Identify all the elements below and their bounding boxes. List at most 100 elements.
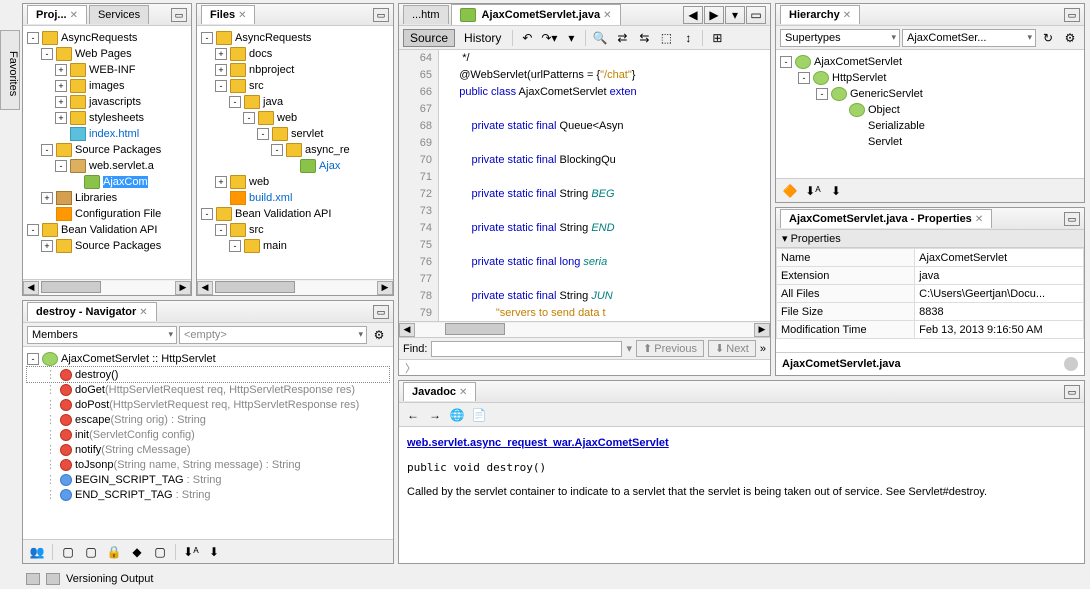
tb-icon-2[interactable]: ↷▾: [539, 29, 559, 47]
nav-item[interactable]: ⋮notify(String cMessage): [27, 442, 389, 457]
property-value[interactable]: java: [915, 267, 1084, 285]
options-icon[interactable]: ⚙: [1060, 29, 1080, 47]
tab-html[interactable]: ...htm: [403, 5, 449, 24]
expander-icon[interactable]: -: [798, 72, 810, 84]
scope-combo[interactable]: AjaxCometSer...: [902, 29, 1036, 47]
tb-icon-9[interactable]: ⊞: [707, 29, 727, 47]
tree-item[interactable]: -AjaxCometServlet: [780, 54, 1080, 70]
scrollbar[interactable]: ◀▶: [23, 279, 191, 295]
tree-item[interactable]: index.html: [27, 126, 187, 142]
tree-item[interactable]: +Source Packages: [27, 238, 187, 254]
tb-icon-7[interactable]: ⬚: [656, 29, 676, 47]
status-icon-1[interactable]: [26, 573, 40, 585]
sort2-icon[interactable]: ⬇: [204, 543, 224, 561]
expander-icon[interactable]: -: [271, 144, 283, 156]
show-inherited-icon[interactable]: 👥: [27, 543, 47, 561]
tree-item[interactable]: Configuration File: [27, 206, 187, 222]
nav-item[interactable]: ⋮doPost(HttpServletRequest req, HttpServ…: [27, 397, 389, 412]
nav-item[interactable]: -AjaxCometServlet :: HttpServlet: [27, 351, 389, 367]
tree-item[interactable]: -AsyncRequests: [27, 30, 187, 46]
tree-item[interactable]: -Web Pages: [27, 46, 187, 62]
favorites-sidebar-tab[interactable]: Favorites: [0, 30, 20, 110]
scrollbar[interactable]: ◀▶: [197, 279, 393, 295]
hierarchy-tree[interactable]: -AjaxCometServlet-HttpServlet-GenericSer…: [776, 50, 1084, 178]
close-icon[interactable]: ✕: [70, 10, 78, 21]
hier-btn3-icon[interactable]: ⬇: [826, 182, 846, 200]
find-next-button[interactable]: ⬇ Next: [708, 340, 756, 357]
tb-icon-6[interactable]: ⇆: [634, 29, 654, 47]
nav-item[interactable]: ⋮init(ServletConfig config): [27, 427, 389, 442]
tab-navigator[interactable]: destroy - Navigator✕: [27, 302, 157, 321]
tree-item[interactable]: Servlet: [780, 134, 1080, 150]
property-row[interactable]: Modification TimeFeb 13, 2013 9:16:50 AM: [777, 321, 1084, 339]
tab-files[interactable]: Files✕: [201, 5, 255, 24]
filter2-icon[interactable]: ▢: [81, 543, 101, 561]
close-icon[interactable]: ✕: [139, 307, 147, 318]
property-value[interactable]: 8838: [915, 303, 1084, 321]
tree-item[interactable]: +docs: [201, 46, 389, 62]
editor-scrollbar[interactable]: ◀▶: [399, 321, 770, 337]
filter3-icon[interactable]: 🔒: [104, 543, 124, 561]
expander-icon[interactable]: -: [215, 224, 227, 236]
property-value[interactable]: Feb 13, 2013 9:16:50 AM: [915, 321, 1084, 339]
tb-icon-1[interactable]: ↶: [517, 29, 537, 47]
find-input[interactable]: [431, 341, 622, 357]
expander-icon[interactable]: -: [816, 88, 828, 100]
tree-item[interactable]: -servlet: [201, 126, 389, 142]
tree-item[interactable]: +stylesheets: [27, 110, 187, 126]
tree-item[interactable]: -HttpServlet: [780, 70, 1080, 86]
tree-item[interactable]: build.xml: [201, 190, 389, 206]
property-value[interactable]: C:\Users\Geertjan\Docu...: [915, 285, 1084, 303]
find-dropdown-icon[interactable]: ▾: [626, 342, 632, 355]
close-icon[interactable]: ✕: [603, 10, 611, 21]
property-value[interactable]: AjaxCometServlet: [915, 249, 1084, 267]
tree-item[interactable]: -GenericServlet: [780, 86, 1080, 102]
filter4-icon[interactable]: ◆: [127, 543, 147, 561]
minimize-button[interactable]: ▭: [1064, 8, 1080, 22]
tree-item[interactable]: +nbproject: [201, 62, 389, 78]
expander-icon[interactable]: +: [55, 80, 67, 92]
tab-java-file[interactable]: AjaxCometServlet.java✕: [451, 4, 621, 25]
members-combo[interactable]: Members: [27, 326, 177, 344]
tree-item[interactable]: Object: [780, 102, 1080, 118]
tree-item[interactable]: -main: [201, 238, 389, 254]
property-row[interactable]: NameAjaxCometServlet: [777, 249, 1084, 267]
tree-item[interactable]: -web: [201, 110, 389, 126]
tb-icon-5[interactable]: ⇄: [612, 29, 632, 47]
properties-group-header[interactable]: ▾ Properties: [776, 230, 1084, 248]
nav-item[interactable]: ⋮BEGIN_SCRIPT_TAG : String: [27, 472, 389, 487]
minimize-button[interactable]: ▭: [373, 8, 389, 22]
property-row[interactable]: File Size8838: [777, 303, 1084, 321]
expander-icon[interactable]: +: [55, 112, 67, 124]
tab-javadoc[interactable]: Javadoc✕: [403, 382, 476, 401]
tree-item[interactable]: -Source Packages: [27, 142, 187, 158]
nav-item[interactable]: ⋮toJsonp(String name, String message) : …: [27, 457, 389, 472]
tree-item[interactable]: -java: [201, 94, 389, 110]
navigator-tree[interactable]: -AjaxCometServlet :: HttpServlet⋮destroy…: [23, 347, 393, 539]
nav-item[interactable]: ⋮escape(String orig) : String: [27, 412, 389, 427]
filter1-icon[interactable]: ▢: [58, 543, 78, 561]
refresh-icon[interactable]: ↻: [1038, 29, 1058, 47]
tb-icon-3[interactable]: ▾: [561, 29, 581, 47]
tb-icon-4[interactable]: 🔍: [590, 29, 610, 47]
expander-icon[interactable]: +: [55, 96, 67, 108]
source-button[interactable]: Source: [403, 29, 455, 47]
open-source-icon[interactable]: 📄: [469, 406, 489, 424]
tree-item[interactable]: +images: [27, 78, 187, 94]
tree-item[interactable]: +WEB-INF: [27, 62, 187, 78]
expander-icon[interactable]: -: [41, 144, 53, 156]
expander-icon[interactable]: +: [41, 240, 53, 252]
history-button[interactable]: History: [457, 29, 508, 47]
javadoc-class-link[interactable]: web.servlet.async_request_war.AjaxCometS…: [407, 437, 669, 449]
tree-item[interactable]: -AsyncRequests: [201, 30, 389, 46]
tree-item[interactable]: -Bean Validation API: [27, 222, 187, 238]
expander-icon[interactable]: -: [229, 240, 241, 252]
expander-icon[interactable]: -: [201, 32, 213, 44]
nav-item[interactable]: ⋮doGet(HttpServletRequest req, HttpServl…: [27, 382, 389, 397]
find-prev-button[interactable]: ⬆ Previous: [636, 340, 704, 357]
code-lines[interactable]: */ @WebServlet(urlPatterns = {"/chat"} p…: [439, 50, 770, 321]
close-icon[interactable]: ✕: [459, 387, 467, 398]
tree-item[interactable]: +Libraries: [27, 190, 187, 206]
tab-projects[interactable]: Proj...✕: [27, 5, 87, 24]
supertypes-combo[interactable]: Supertypes: [780, 29, 900, 47]
